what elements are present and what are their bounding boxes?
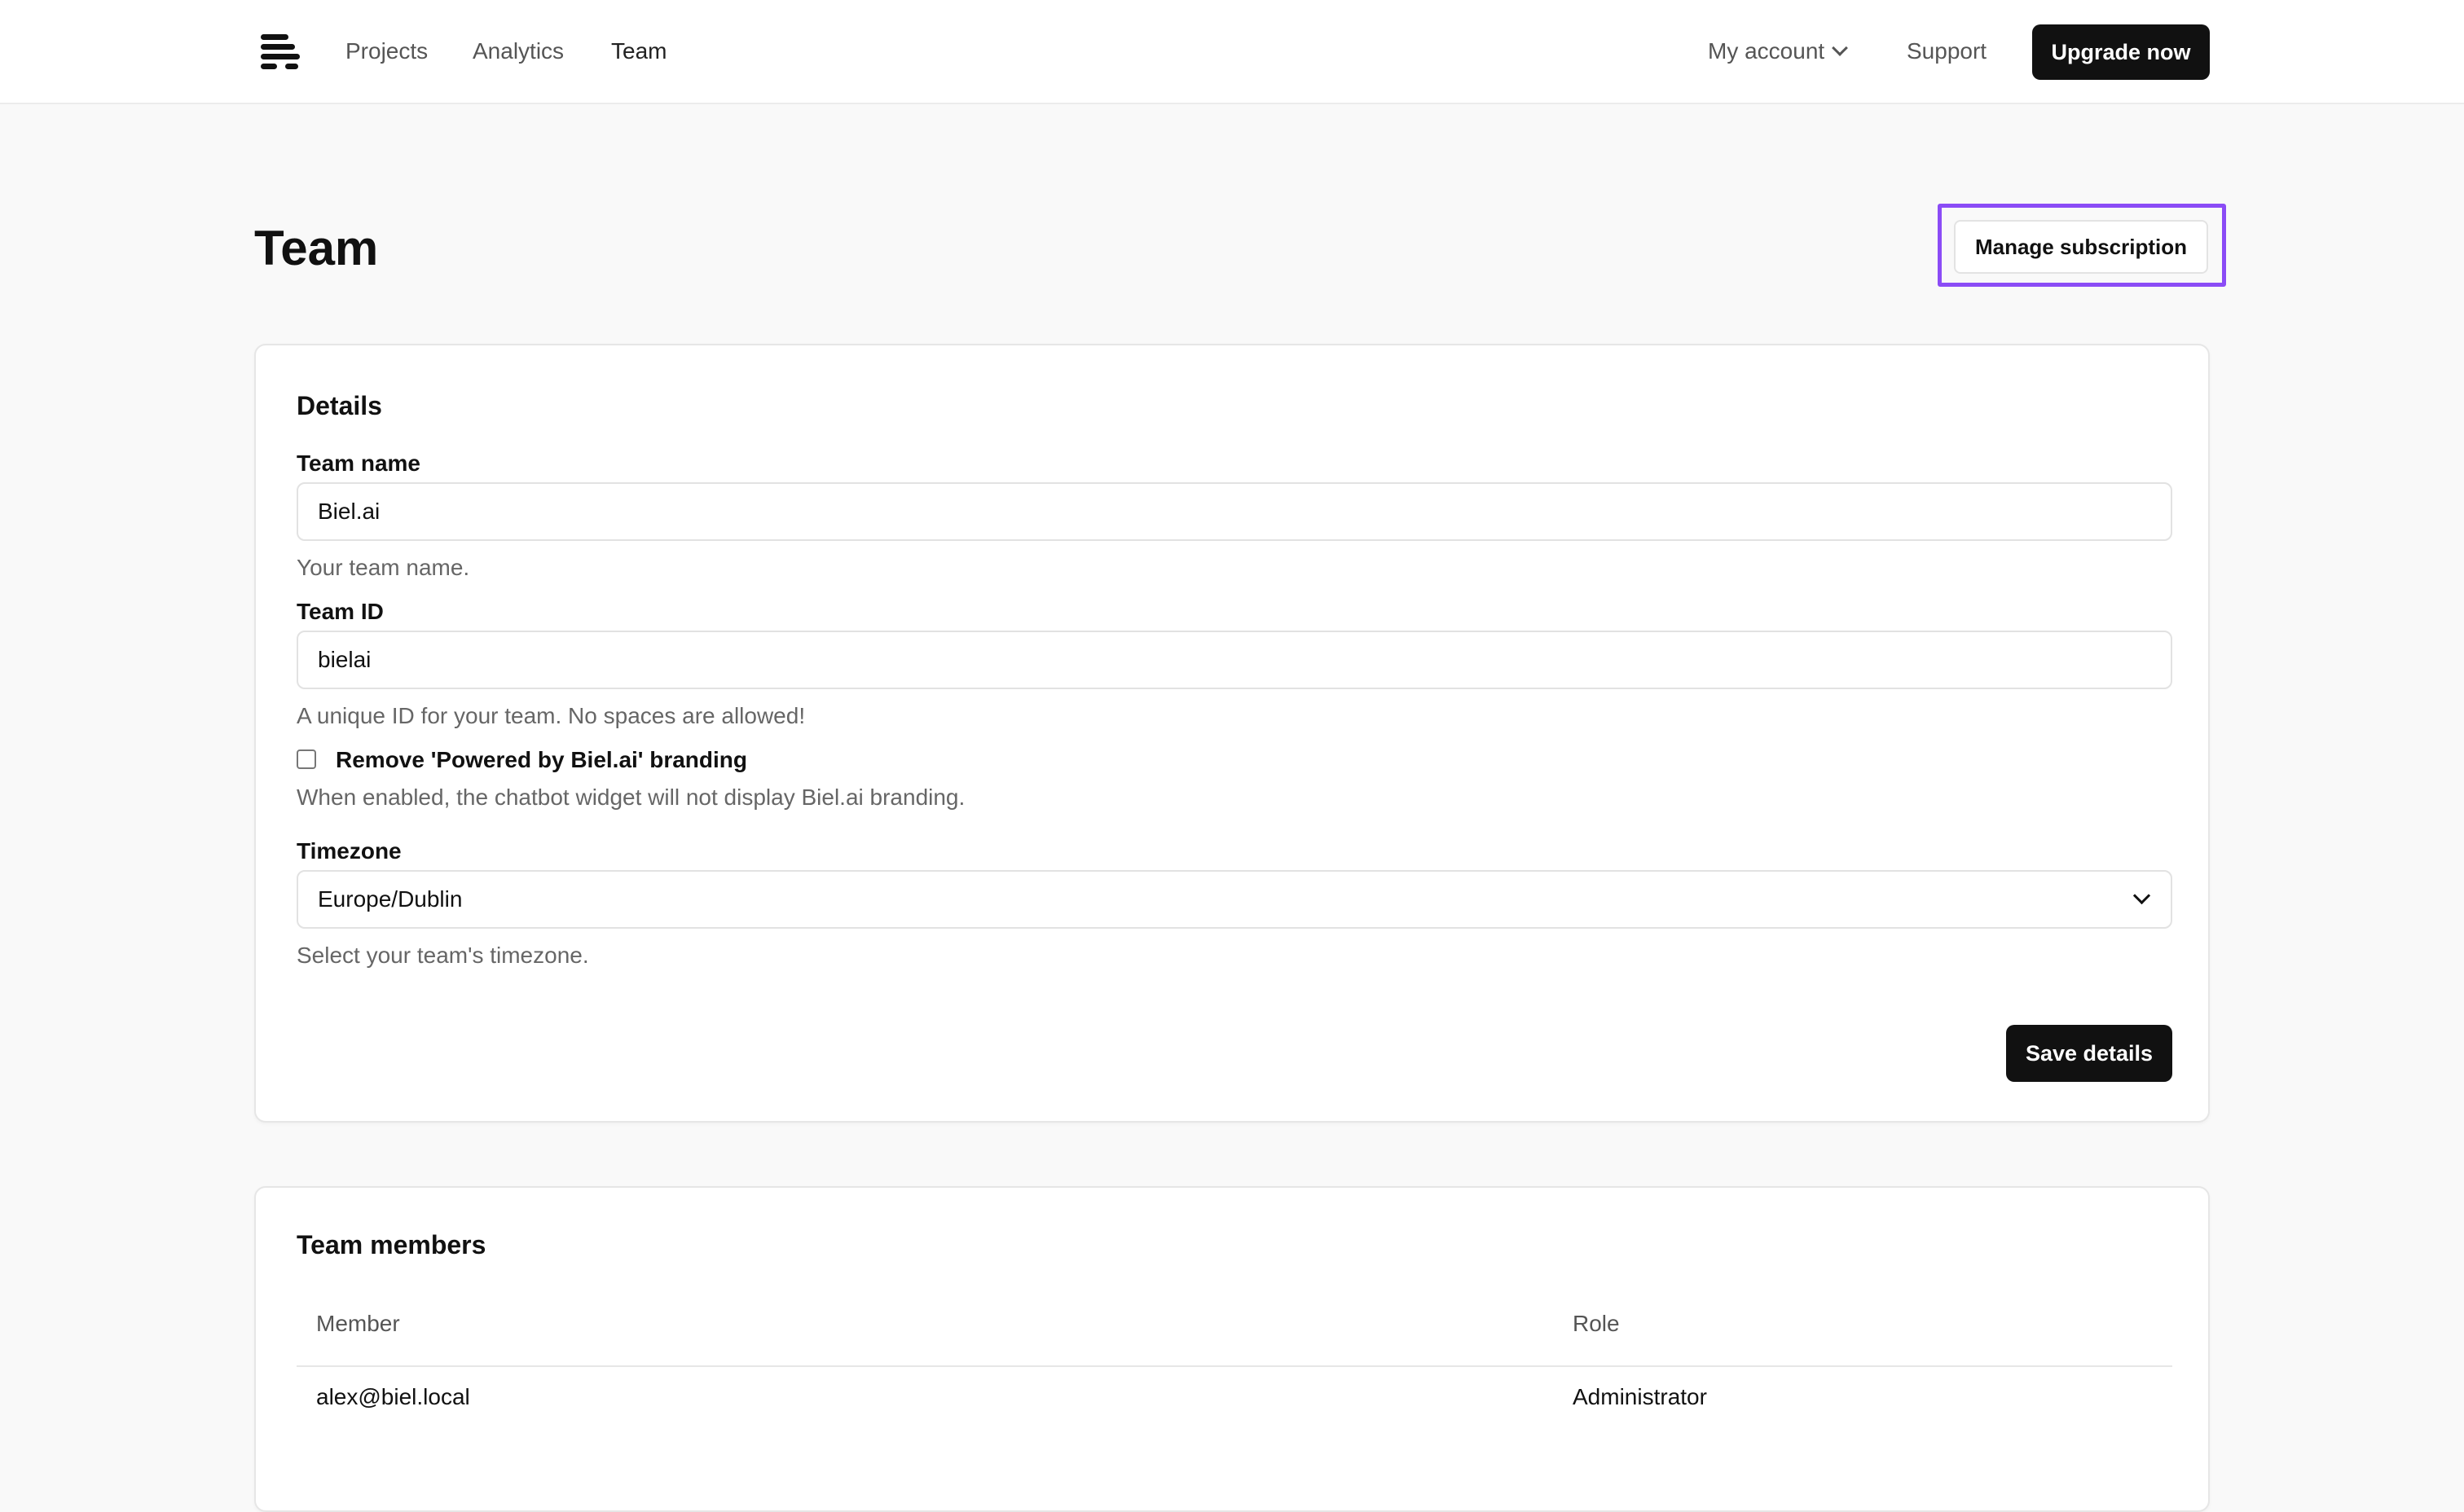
my-account-menu[interactable]: My account: [1708, 37, 1849, 65]
remove-branding-checkbox[interactable]: [297, 749, 316, 769]
top-navbar: Projects Analytics Team My account Suppo…: [0, 0, 2464, 104]
save-details-button[interactable]: Save details: [2006, 1025, 2172, 1082]
remove-branding-help: When enabled, the chatbot widget will no…: [297, 785, 966, 810]
team-name-label: Team name: [297, 451, 420, 476]
chevron-down-icon: [1832, 40, 1849, 56]
team-id-help: A unique ID for your team. No spaces are…: [297, 703, 806, 728]
timezone-value: Europe/Dublin: [318, 886, 463, 912]
team-id-label: Team ID: [297, 599, 384, 624]
nav-support[interactable]: Support: [1907, 37, 1987, 65]
member-email: alex@biel.local: [316, 1384, 470, 1409]
nav-team[interactable]: Team: [611, 37, 667, 65]
remove-branding-label[interactable]: Remove 'Powered by Biel.ai' branding: [336, 746, 747, 774]
column-header-role: Role: [1573, 1311, 1620, 1336]
timezone-select[interactable]: Europe/Dublin: [297, 870, 2172, 929]
team-members-heading: Team members: [297, 1230, 486, 1259]
my-account-label: My account: [1708, 38, 1825, 64]
upgrade-now-button[interactable]: Upgrade now: [2032, 24, 2210, 80]
team-name-help: Your team name.: [297, 555, 470, 580]
chevron-down-icon: [2132, 886, 2151, 905]
manage-subscription-button[interactable]: Manage subscription: [1954, 220, 2208, 274]
nav-projects[interactable]: Projects: [345, 37, 428, 65]
page-title: Team: [254, 221, 379, 275]
nav-analytics[interactable]: Analytics: [473, 37, 564, 65]
details-card: Details Team name Biel.ai Your team name…: [254, 344, 2210, 1123]
details-heading: Details: [297, 391, 382, 420]
team-id-input[interactable]: bielai: [297, 631, 2172, 689]
column-header-member: Member: [316, 1311, 400, 1336]
table-divider: [297, 1365, 2172, 1367]
team-members-card: Team members Member Role alex@biel.local…: [254, 1186, 2210, 1512]
member-role[interactable]: Administrator: [1573, 1383, 1707, 1411]
timezone-help: Select your team's timezone.: [297, 943, 589, 968]
timezone-label: Timezone: [297, 838, 402, 864]
logo-icon[interactable]: [261, 34, 301, 69]
team-name-input[interactable]: Biel.ai: [297, 482, 2172, 541]
